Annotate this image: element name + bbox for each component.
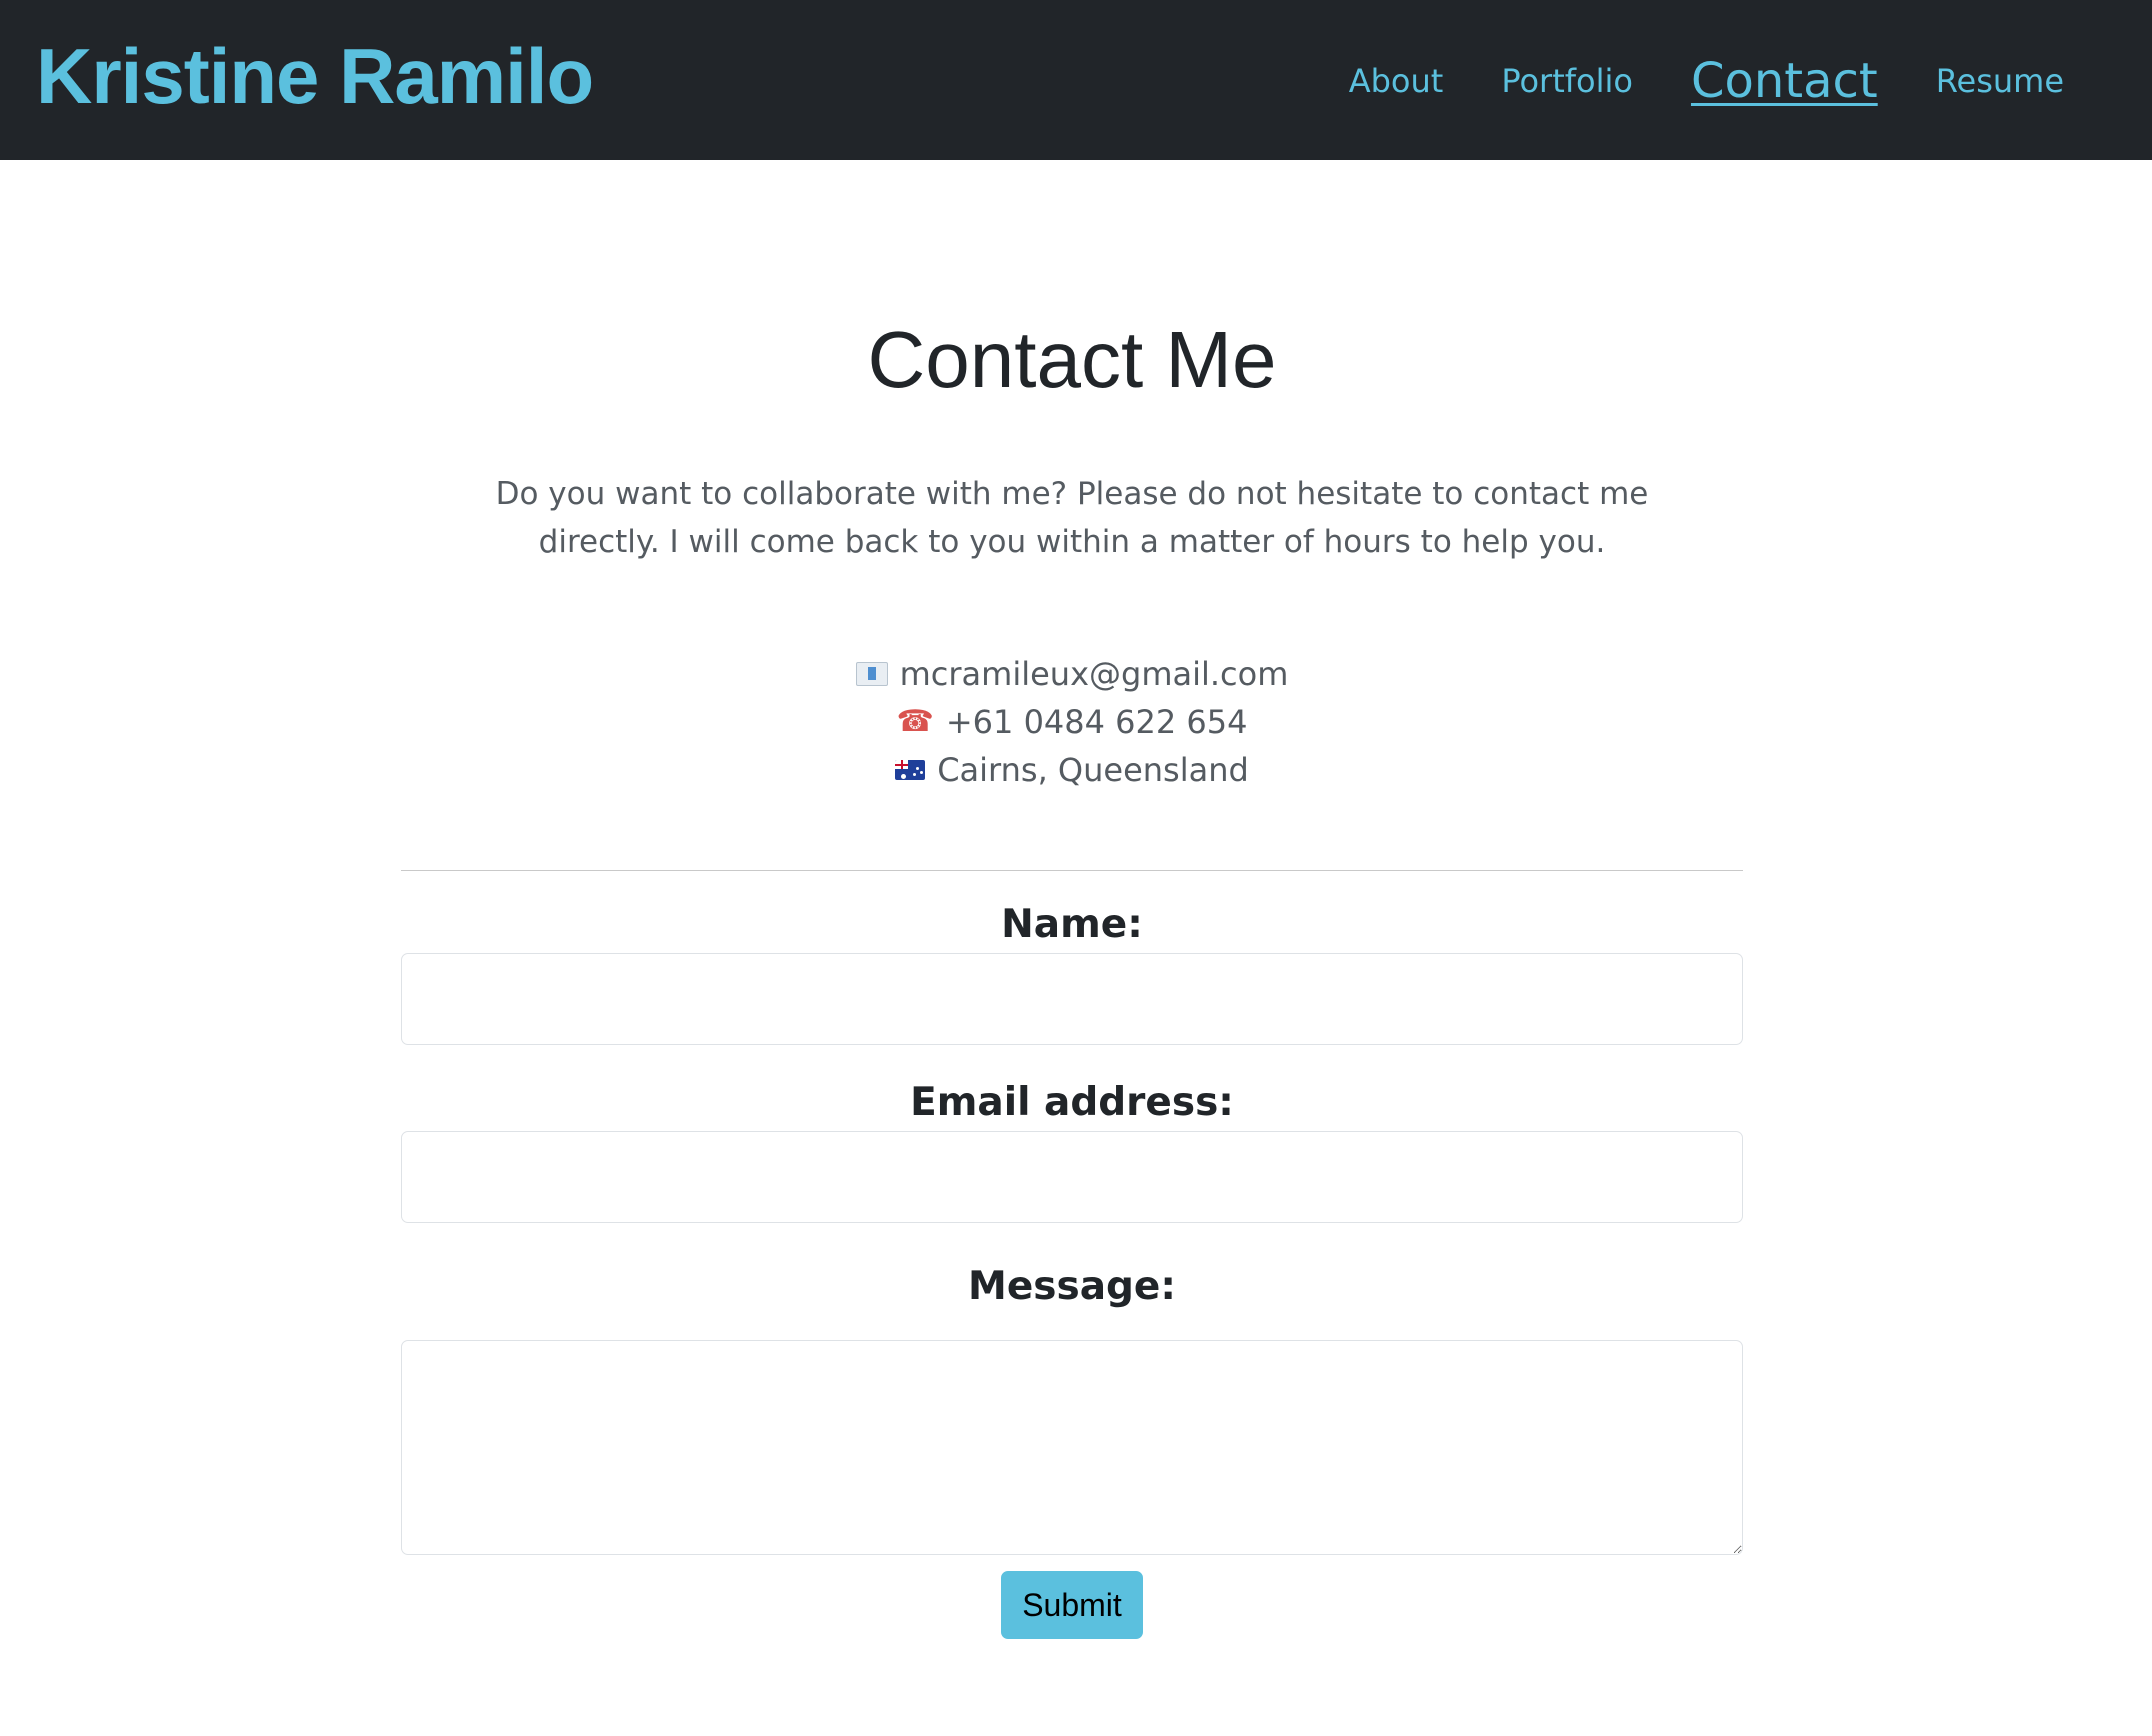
submit-button[interactable]: Submit	[1001, 1571, 1143, 1639]
intro-text: Do you want to collaborate with me? Plea…	[495, 476, 1649, 560]
email-label: Email address:	[910, 1080, 1234, 1125]
divider	[401, 870, 1743, 871]
contact-form: Name: Email address: Message: Submit	[401, 901, 1743, 1639]
nav-links: About Portfolio Contact Resume	[1349, 56, 2064, 106]
name-field[interactable]	[401, 953, 1743, 1045]
telephone-icon: ☎	[896, 704, 934, 739]
navbar: Kristine Ramilo About Portfolio Contact …	[0, 0, 2152, 160]
contact-email-text: mcramileux@gmail.com	[899, 655, 1289, 693]
contact-info: mcramileux@gmail.com ☎ +61 0484 622 654 …	[401, 650, 1743, 794]
contact-location-line: Cairns, Queensland	[401, 746, 1743, 794]
message-field[interactable]	[401, 1340, 1743, 1555]
main-content: Contact Me Do you want to collaborate wi…	[401, 160, 1743, 1639]
contact-phone-line: ☎ +61 0484 622 654	[401, 698, 1743, 746]
envelope-icon	[855, 662, 888, 686]
nav-link-portfolio[interactable]: Portfolio	[1501, 56, 1633, 106]
contact-email-line: mcramileux@gmail.com	[401, 650, 1743, 698]
nav-link-contact[interactable]: Contact	[1691, 56, 1878, 106]
contact-phone-text: +61 0484 622 654	[945, 703, 1248, 741]
contact-location-text: Cairns, Queensland	[937, 751, 1249, 789]
email-field[interactable]	[401, 1131, 1743, 1223]
brand-link[interactable]: Kristine Ramilo	[36, 28, 594, 124]
message-label: Message:	[968, 1264, 1176, 1309]
australia-flag-icon	[895, 760, 926, 780]
nav-link-about[interactable]: About	[1349, 56, 1444, 106]
name-label: Name:	[1001, 902, 1143, 947]
page-title: Contact Me	[867, 315, 1277, 404]
nav-link-resume[interactable]: Resume	[1936, 56, 2064, 106]
